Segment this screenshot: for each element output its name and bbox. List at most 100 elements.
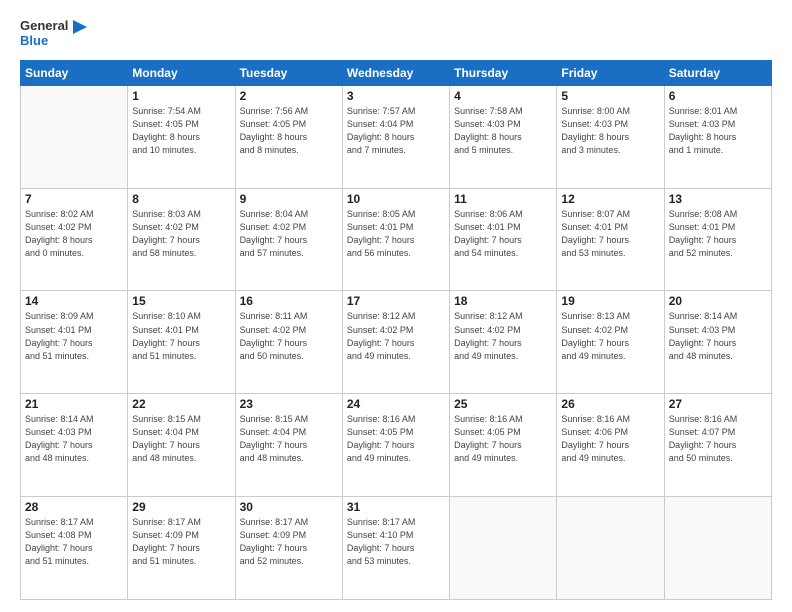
day-cell: 4Sunrise: 7:58 AM Sunset: 4:03 PM Daylig… — [450, 85, 557, 188]
day-number: 27 — [669, 397, 767, 411]
day-number: 3 — [347, 89, 445, 103]
day-info: Sunrise: 8:17 AM Sunset: 4:09 PM Dayligh… — [132, 516, 230, 568]
day-number: 7 — [25, 192, 123, 206]
day-number: 15 — [132, 294, 230, 308]
day-number: 23 — [240, 397, 338, 411]
day-number: 30 — [240, 500, 338, 514]
day-number: 10 — [347, 192, 445, 206]
day-number: 11 — [454, 192, 552, 206]
weekday-header-row: SundayMondayTuesdayWednesdayThursdayFrid… — [21, 60, 772, 85]
day-cell: 29Sunrise: 8:17 AM Sunset: 4:09 PM Dayli… — [128, 497, 235, 600]
day-info: Sunrise: 7:54 AM Sunset: 4:05 PM Dayligh… — [132, 105, 230, 157]
day-number: 28 — [25, 500, 123, 514]
day-cell — [21, 85, 128, 188]
day-number: 5 — [561, 89, 659, 103]
day-info: Sunrise: 8:14 AM Sunset: 4:03 PM Dayligh… — [669, 310, 767, 362]
day-number: 25 — [454, 397, 552, 411]
logo-text: General Blue — [20, 18, 91, 50]
weekday-tuesday: Tuesday — [235, 60, 342, 85]
week-row-4: 21 Sunrise: 8:14 AM Sunset: 4:03 PM Dayli… — [21, 394, 772, 497]
day-info: Sunrise: 8:12 AM Sunset: 4:02 PM Dayligh… — [347, 310, 445, 362]
day-info: Sunrise: 8:17 AM Sunset: 4:09 PM Dayligh… — [240, 516, 338, 568]
day-number: 14 — [25, 294, 123, 308]
day-info: Sunrise: 8:10 AM Sunset: 4:01 PM Dayligh… — [132, 310, 230, 362]
weekday-saturday: Saturday — [664, 60, 771, 85]
day-number: 31 — [347, 500, 445, 514]
day-cell: 6 Sunrise: 8:01 AM Sunset: 4:03 PM Daylig… — [664, 85, 771, 188]
day-cell: 22 Sunrise: 8:15 AM Sunset: 4:04 PM Dayli… — [128, 394, 235, 497]
week-row-3: 14 Sunrise: 8:09 AM Sunset: 4:01 PM Dayli… — [21, 291, 772, 394]
week-row-1: 1Sunrise: 7:54 AM Sunset: 4:05 PM Daylig… — [21, 85, 772, 188]
day-info: Sunrise: 8:06 AM Sunset: 4:01 PM Dayligh… — [454, 208, 552, 260]
day-number: 13 — [669, 192, 767, 206]
day-number: 17 — [347, 294, 445, 308]
day-number: 6 — [669, 89, 767, 103]
day-info: Sunrise: 8:15 AM Sunset: 4:04 PM Dayligh… — [132, 413, 230, 465]
weekday-monday: Monday — [128, 60, 235, 85]
day-cell: 3 Sunrise: 7:57 AM Sunset: 4:04 PM Daylig… — [342, 85, 449, 188]
day-info: Sunrise: 8:12 AM Sunset: 4:02 PM Dayligh… — [454, 310, 552, 362]
day-info: Sunrise: 8:16 AM Sunset: 4:07 PM Dayligh… — [669, 413, 767, 465]
day-info: Sunrise: 8:09 AM Sunset: 4:01 PM Dayligh… — [25, 310, 123, 362]
day-cell: 28 Sunrise: 8:17 AM Sunset: 4:08 PM Dayli… — [21, 497, 128, 600]
day-cell: 26Sunrise: 8:16 AM Sunset: 4:06 PM Dayli… — [557, 394, 664, 497]
day-number: 20 — [669, 294, 767, 308]
day-info: Sunrise: 8:03 AM Sunset: 4:02 PM Dayligh… — [132, 208, 230, 260]
weekday-friday: Friday — [557, 60, 664, 85]
day-info: Sunrise: 8:01 AM Sunset: 4:03 PM Dayligh… — [669, 105, 767, 157]
day-cell: 25 Sunrise: 8:16 AM Sunset: 4:05 PM Dayli… — [450, 394, 557, 497]
weekday-sunday: Sunday — [21, 60, 128, 85]
day-number: 8 — [132, 192, 230, 206]
day-cell: 10 Sunrise: 8:05 AM Sunset: 4:01 PM Dayli… — [342, 188, 449, 291]
day-info: Sunrise: 8:16 AM Sunset: 4:06 PM Dayligh… — [561, 413, 659, 465]
day-cell: 7 Sunrise: 8:02 AM Sunset: 4:02 PM Daylig… — [21, 188, 128, 291]
day-cell: 18 Sunrise: 8:12 AM Sunset: 4:02 PM Dayli… — [450, 291, 557, 394]
weekday-thursday: Thursday — [450, 60, 557, 85]
calendar-table: SundayMondayTuesdayWednesdayThursdayFrid… — [20, 60, 772, 600]
day-info: Sunrise: 7:57 AM Sunset: 4:04 PM Dayligh… — [347, 105, 445, 157]
page: General Blue SundayMondayTuesdayWednesda… — [0, 0, 792, 612]
day-cell: 27 Sunrise: 8:16 AM Sunset: 4:07 PM Dayli… — [664, 394, 771, 497]
day-info: Sunrise: 8:16 AM Sunset: 4:05 PM Dayligh… — [347, 413, 445, 465]
day-cell: 2Sunrise: 7:56 AM Sunset: 4:05 PM Daylig… — [235, 85, 342, 188]
day-cell: 31 Sunrise: 8:17 AM Sunset: 4:10 PM Dayli… — [342, 497, 449, 600]
day-info: Sunrise: 8:16 AM Sunset: 4:05 PM Dayligh… — [454, 413, 552, 465]
day-info: Sunrise: 8:17 AM Sunset: 4:10 PM Dayligh… — [347, 516, 445, 568]
day-info: Sunrise: 8:04 AM Sunset: 4:02 PM Dayligh… — [240, 208, 338, 260]
day-cell: 17 Sunrise: 8:12 AM Sunset: 4:02 PM Dayli… — [342, 291, 449, 394]
day-number: 16 — [240, 294, 338, 308]
day-number: 19 — [561, 294, 659, 308]
day-cell: 11 Sunrise: 8:06 AM Sunset: 4:01 PM Dayli… — [450, 188, 557, 291]
day-cell: 20 Sunrise: 8:14 AM Sunset: 4:03 PM Dayli… — [664, 291, 771, 394]
day-cell: 30 Sunrise: 8:17 AM Sunset: 4:09 PM Dayli… — [235, 497, 342, 600]
day-number: 22 — [132, 397, 230, 411]
day-info: Sunrise: 8:17 AM Sunset: 4:08 PM Dayligh… — [25, 516, 123, 568]
day-number: 9 — [240, 192, 338, 206]
logo: General Blue — [20, 18, 91, 50]
day-info: Sunrise: 8:00 AM Sunset: 4:03 PM Dayligh… — [561, 105, 659, 157]
day-number: 21 — [25, 397, 123, 411]
day-number: 24 — [347, 397, 445, 411]
day-cell: 21 Sunrise: 8:14 AM Sunset: 4:03 PM Dayli… — [21, 394, 128, 497]
day-number: 18 — [454, 294, 552, 308]
day-info: Sunrise: 8:08 AM Sunset: 4:01 PM Dayligh… — [669, 208, 767, 260]
day-info: Sunrise: 8:14 AM Sunset: 4:03 PM Dayligh… — [25, 413, 123, 465]
day-cell: 1Sunrise: 7:54 AM Sunset: 4:05 PM Daylig… — [128, 85, 235, 188]
week-row-2: 7 Sunrise: 8:02 AM Sunset: 4:02 PM Daylig… — [21, 188, 772, 291]
day-info: Sunrise: 8:05 AM Sunset: 4:01 PM Dayligh… — [347, 208, 445, 260]
day-cell: 5 Sunrise: 8:00 AM Sunset: 4:03 PM Daylig… — [557, 85, 664, 188]
day-number: 12 — [561, 192, 659, 206]
day-cell — [450, 497, 557, 600]
day-number: 4 — [454, 89, 552, 103]
day-cell: 13 Sunrise: 8:08 AM Sunset: 4:01 PM Dayli… — [664, 188, 771, 291]
day-info: Sunrise: 8:02 AM Sunset: 4:02 PM Dayligh… — [25, 208, 123, 260]
day-cell: 14 Sunrise: 8:09 AM Sunset: 4:01 PM Dayli… — [21, 291, 128, 394]
day-info: Sunrise: 8:15 AM Sunset: 4:04 PM Dayligh… — [240, 413, 338, 465]
day-cell: 8 Sunrise: 8:03 AM Sunset: 4:02 PM Daylig… — [128, 188, 235, 291]
day-cell: 23 Sunrise: 8:15 AM Sunset: 4:04 PM Dayli… — [235, 394, 342, 497]
day-cell: 19Sunrise: 8:13 AM Sunset: 4:02 PM Dayli… — [557, 291, 664, 394]
day-cell — [557, 497, 664, 600]
week-row-5: 28 Sunrise: 8:17 AM Sunset: 4:08 PM Dayli… — [21, 497, 772, 600]
day-info: Sunrise: 8:11 AM Sunset: 4:02 PM Dayligh… — [240, 310, 338, 362]
day-cell: 24 Sunrise: 8:16 AM Sunset: 4:05 PM Dayli… — [342, 394, 449, 497]
